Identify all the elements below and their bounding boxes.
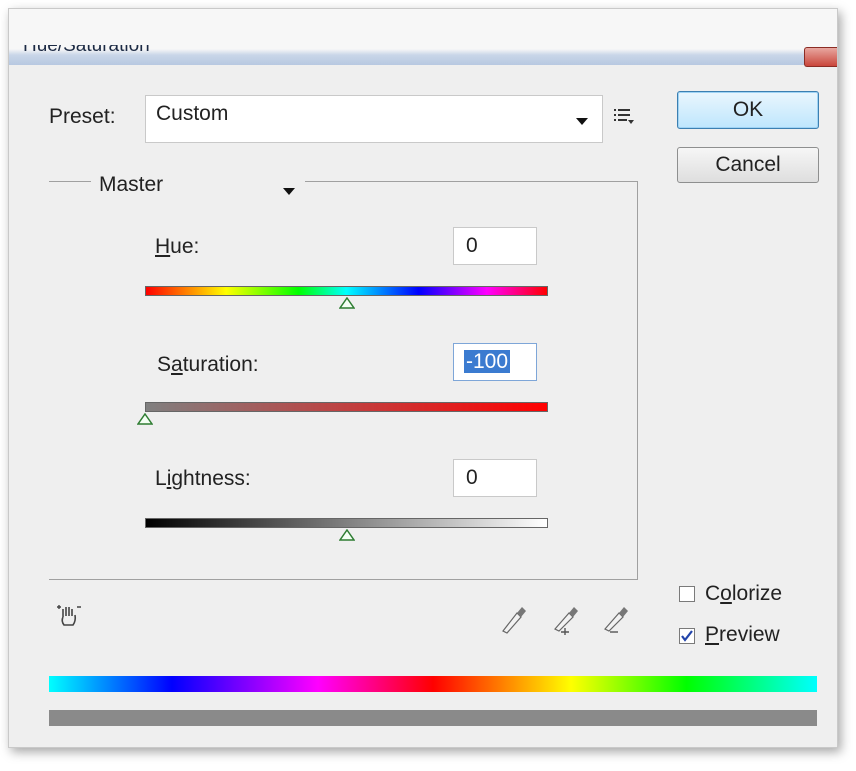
title-bar: Hue/Saturation bbox=[9, 9, 837, 67]
input-color-spectrum bbox=[49, 676, 817, 692]
window-title: Hue/Saturation bbox=[23, 35, 150, 56]
ok-button[interactable]: OK bbox=[677, 91, 819, 129]
colorize-label: Colorize bbox=[705, 582, 783, 605]
hue-saturation-dialog: Hue/Saturation Preset: Custom OK Cancel … bbox=[8, 8, 838, 748]
preset-dropdown[interactable]: Custom bbox=[145, 95, 603, 143]
hue-input[interactable]: 0 bbox=[453, 227, 537, 265]
preview-label: Preview bbox=[705, 623, 780, 646]
close-button[interactable] bbox=[804, 47, 837, 67]
lightness-input[interactable]: 0 bbox=[453, 459, 537, 497]
eyedropper-icon[interactable] bbox=[497, 603, 529, 635]
hue-slider-track[interactable] bbox=[145, 286, 548, 296]
saturation-slider-track[interactable] bbox=[145, 402, 548, 412]
eyedropper-minus-icon[interactable] bbox=[599, 603, 631, 635]
hue-slider-thumb[interactable] bbox=[339, 297, 355, 309]
channel-value: Master bbox=[99, 173, 164, 196]
preset-options-icon[interactable] bbox=[613, 107, 635, 125]
lightness-slider-track[interactable] bbox=[145, 518, 548, 528]
hue-label: Hue: bbox=[155, 235, 200, 258]
cancel-button[interactable]: Cancel bbox=[677, 147, 819, 183]
lightness-label: Lightness: bbox=[155, 467, 251, 490]
saturation-input[interactable]: -100 bbox=[453, 343, 537, 381]
eyedropper-plus-icon[interactable] bbox=[549, 603, 581, 635]
lightness-slider-thumb[interactable] bbox=[339, 529, 355, 541]
channel-dropdown[interactable]: Master bbox=[91, 165, 305, 213]
preset-value: Custom bbox=[156, 102, 229, 125]
targeted-adjustment-hand-icon[interactable] bbox=[55, 603, 83, 631]
chevron-down-icon bbox=[576, 118, 588, 125]
chevron-down-icon bbox=[283, 188, 295, 195]
preview-checkbox[interactable] bbox=[679, 628, 695, 644]
colorize-checkbox[interactable] bbox=[679, 586, 695, 602]
saturation-slider-thumb[interactable] bbox=[137, 413, 153, 425]
saturation-label: Saturation: bbox=[157, 353, 259, 376]
output-color-spectrum bbox=[49, 710, 817, 726]
checkmark-icon bbox=[681, 630, 693, 642]
preset-label: Preset: bbox=[49, 105, 116, 128]
